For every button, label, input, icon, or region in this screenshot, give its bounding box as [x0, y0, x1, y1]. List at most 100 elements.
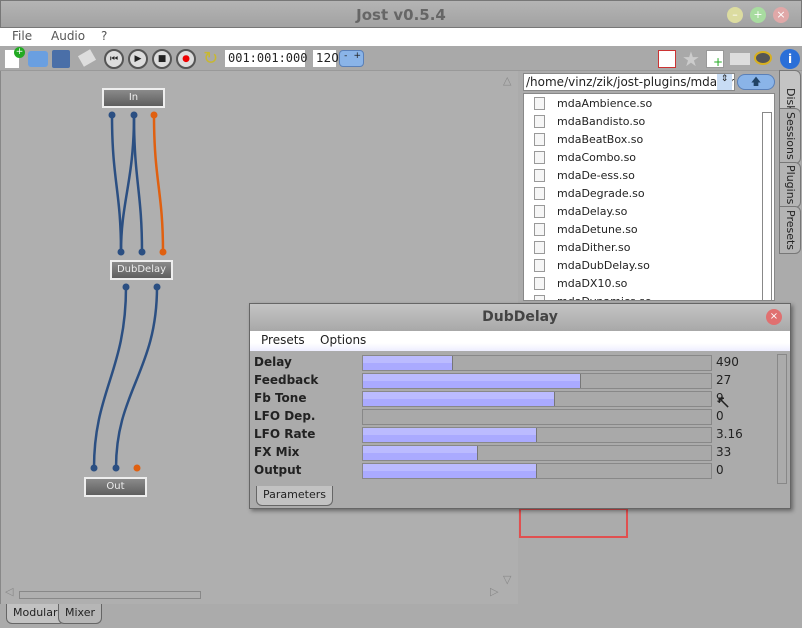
file-name: mdaDither.so [557, 240, 631, 254]
tab-mixer[interactable]: Mixer [58, 604, 103, 624]
file-icon [534, 240, 545, 254]
param-slider[interactable] [362, 391, 712, 407]
param-slider[interactable] [362, 373, 712, 389]
save-icon[interactable] [52, 50, 70, 68]
tempo-stepper[interactable]: - + [339, 50, 364, 67]
scroll-up-icon[interactable]: △ [503, 74, 511, 87]
menu-options[interactable]: Options [320, 333, 366, 347]
add-window-icon[interactable]: + [706, 50, 724, 69]
file-item[interactable]: mdaDelay.so [524, 202, 774, 220]
stop-icon[interactable]: ■ [152, 49, 172, 69]
file-name: mdaBeatBox.so [557, 132, 644, 146]
param-label: Fb Tone [254, 391, 307, 405]
position-field[interactable]: 001:001:000 [225, 50, 307, 67]
tab-parameters[interactable]: Parameters [256, 486, 333, 506]
plugin-menu-bar: Presets Options [250, 331, 790, 351]
file-name: mdaDetune.so [557, 222, 638, 236]
param-slider[interactable] [362, 463, 712, 479]
path-combo[interactable]: /home/vinz/zik/jost-plugins/mda_linux [523, 73, 735, 91]
tempo-decrement[interactable]: - [340, 51, 352, 66]
file-icon [534, 186, 545, 200]
combo-arrow-icon[interactable]: ⇕ [717, 74, 732, 90]
info-icon[interactable]: i [780, 49, 800, 69]
param-slider-fill [363, 374, 581, 388]
menu-audio[interactable]: Audio [51, 29, 85, 43]
file-item[interactable]: mdaDynamics.so [524, 292, 774, 300]
scroll-right-icon[interactable]: ▷ [490, 585, 498, 598]
menu-presets[interactable]: Presets [261, 333, 305, 347]
record-icon[interactable]: ● [176, 49, 196, 69]
scroll-left-icon[interactable]: ◁ [5, 585, 13, 598]
fullscreen-icon[interactable] [658, 50, 676, 68]
node-dubdelay[interactable]: DubDelay [110, 260, 173, 280]
rewind-icon[interactable]: ⏮ [104, 49, 124, 69]
edit-icon[interactable] [730, 53, 750, 65]
param-value: 3.16 [716, 427, 743, 441]
menu-help[interactable]: ? [101, 29, 107, 43]
param-slider[interactable] [362, 427, 712, 443]
node-in[interactable]: In [102, 88, 165, 108]
file-icon [534, 258, 545, 272]
plugin-window: DubDelay × Presets Options Delay 490 Fee… [249, 303, 791, 509]
tab-modular[interactable]: Modular [6, 604, 65, 624]
param-value: 490 [716, 355, 739, 369]
wire [152, 114, 165, 253]
param-row: Delay 490 [254, 354, 754, 372]
maximize-button[interactable]: + [750, 7, 766, 23]
menu-bar: File Audio ? [0, 28, 802, 46]
file-list[interactable]: mdaAmbience.so mdaBandisto.so mdaBeatBox.s… [523, 93, 775, 301]
plug-icon[interactable] [77, 49, 97, 67]
loop-icon[interactable]: ↻ [203, 48, 218, 69]
wire [119, 114, 136, 253]
param-label: Delay [254, 355, 292, 369]
param-slider[interactable] [362, 355, 712, 371]
file-item[interactable]: mdaDe-ess.so [524, 166, 774, 184]
tempo-field[interactable]: 120 [313, 50, 339, 67]
param-slider[interactable] [362, 409, 712, 425]
tab-presets[interactable]: Presets [779, 206, 801, 254]
tab-plugins[interactable]: Plugins [779, 162, 801, 208]
file-item[interactable]: mdaBeatBox.so [524, 130, 774, 148]
scroll-down-icon[interactable]: ▽ [503, 573, 511, 586]
param-label: FX Mix [254, 445, 300, 459]
up-directory-button[interactable]: 🡅 [737, 74, 775, 90]
param-label: LFO Dep. [254, 409, 316, 423]
close-button[interactable]: × [773, 7, 789, 23]
file-item[interactable]: mdaDX10.so [524, 274, 774, 292]
file-name: mdaBandisto.so [557, 114, 646, 128]
window-title: Jost v0.5.4 [356, 6, 446, 24]
param-row: FX Mix 33 [254, 444, 754, 462]
file-name: mdaDX10.so [557, 276, 628, 290]
file-item[interactable]: mdaDubDelay.so [524, 256, 774, 274]
file-icon [534, 222, 545, 236]
plugin-window-title: DubDelay [250, 304, 790, 331]
param-row: LFO Dep. 0 [254, 408, 754, 426]
file-item[interactable]: mdaDither.so [524, 238, 774, 256]
param-value: 27 [716, 373, 732, 387]
speaker-icon[interactable] [754, 51, 772, 65]
title-bar: Jost v0.5.4 – + × [0, 0, 802, 28]
file-item[interactable]: mdaCombo.so [524, 148, 774, 166]
horizontal-scrollbar[interactable] [19, 591, 201, 599]
tab-sessions[interactable]: Sessions [779, 108, 801, 164]
file-item[interactable]: mdaDegrade.so [524, 184, 774, 202]
param-slider-fill [363, 356, 454, 370]
play-icon[interactable]: ▶ [128, 49, 148, 69]
node-out[interactable]: Out [84, 477, 147, 497]
file-item[interactable]: mdaDetune.so [524, 220, 774, 238]
plugin-close-button[interactable]: × [766, 309, 782, 325]
file-item[interactable]: mdaAmbience.so [524, 94, 774, 112]
menu-file[interactable]: File [12, 29, 32, 43]
param-slider[interactable] [362, 445, 712, 461]
params-scrollbar[interactable] [777, 354, 787, 484]
param-row: Feedback 27 [254, 372, 754, 390]
new-plugin-icon[interactable]: + [4, 47, 25, 69]
minimize-button[interactable]: – [727, 7, 743, 23]
tempo-increment[interactable]: + [352, 51, 364, 66]
file-item[interactable]: mdaBandisto.so [524, 112, 774, 130]
star-icon[interactable]: ★ [682, 47, 700, 71]
param-value: 0 [716, 463, 724, 477]
print-icon[interactable] [28, 51, 48, 67]
file-list-scrollbar[interactable] [762, 112, 772, 300]
file-icon [534, 96, 545, 110]
